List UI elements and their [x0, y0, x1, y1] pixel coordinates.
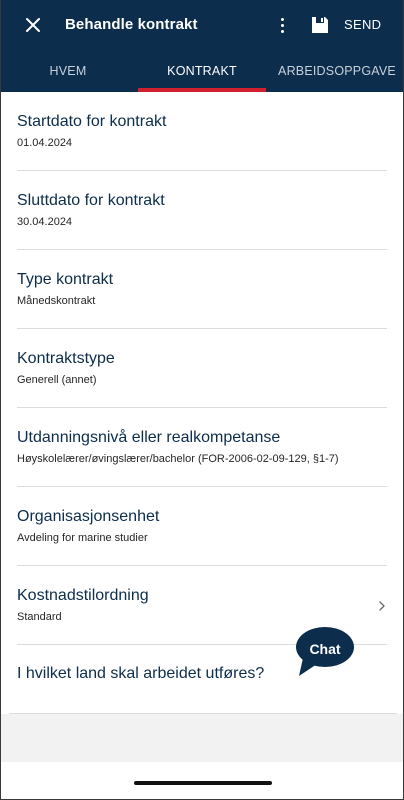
- save-icon: [312, 17, 328, 33]
- field-value: Månedskontrakt: [17, 295, 96, 307]
- tab-hvem[interactable]: HVEM: [1, 50, 135, 92]
- field-label: Organisasjonsenhet: [17, 508, 160, 525]
- field-value: Standard: [17, 611, 62, 623]
- field-value: Avdeling for marine studier: [17, 532, 148, 544]
- tab-bar: HVEM KONTRAKT ARBEIDSOPPGAVE: [1, 50, 403, 92]
- field-kontraktstype[interactable]: Kontraktstype Generell (annet): [17, 329, 387, 408]
- page-title: Behandle kontrakt: [65, 16, 198, 33]
- field-label: Sluttdato for kontrakt: [17, 192, 165, 209]
- home-indicator: [134, 781, 272, 785]
- close-icon: [26, 18, 40, 32]
- field-value: Høyskolelærer/øvingslærer/bachelor (FOR-…: [17, 453, 339, 465]
- chevron-right-icon: [379, 601, 385, 611]
- field-value: 30.04.2024: [17, 216, 73, 228]
- field-label: Startdato for kontrakt: [17, 113, 167, 130]
- field-label: I hvilket land skal arbeidet utføres?: [17, 665, 265, 682]
- field-value: Generell (annet): [17, 374, 97, 386]
- tab-kontrakt[interactable]: KONTRAKT: [138, 50, 266, 92]
- field-utdanningsniva[interactable]: Utdanningsnivå eller realkompetanse Høys…: [17, 408, 387, 487]
- more-vertical-icon: [280, 17, 284, 21]
- field-label: Kontraktstype: [17, 350, 115, 367]
- field-label: Type kontrakt: [17, 271, 114, 288]
- field-label: Utdanningsnivå eller realkompetanse: [17, 429, 281, 446]
- bottom-bar: [1, 714, 403, 762]
- save-button[interactable]: [309, 14, 331, 36]
- app-bar: Behandle kontrakt SEND: [1, 0, 403, 50]
- app-screen: Behandle kontrakt SEND HVEM KONTRAKT ARB…: [0, 0, 404, 800]
- tab-arbeidsoppgave[interactable]: ARBEIDSOPPGAVE: [269, 50, 403, 92]
- field-organisasjonsenhet[interactable]: Organisasjonsenhet Avdeling for marine s…: [17, 487, 387, 566]
- chat-label: Chat: [309, 641, 341, 657]
- close-button[interactable]: [19, 11, 47, 39]
- field-sluttdato[interactable]: Sluttdato for kontrakt 30.04.2024: [17, 171, 387, 250]
- field-label: Kostnadstilordning: [17, 587, 149, 604]
- send-button[interactable]: SEND: [344, 17, 381, 32]
- field-value: 01.04.2024: [17, 137, 73, 149]
- field-type-kontrakt[interactable]: Type kontrakt Månedskontrakt: [17, 250, 387, 329]
- more-options-button[interactable]: [273, 12, 291, 38]
- field-startdato[interactable]: Startdato for kontrakt 01.04.2024: [17, 92, 387, 171]
- chat-button[interactable]: Chat: [295, 626, 355, 678]
